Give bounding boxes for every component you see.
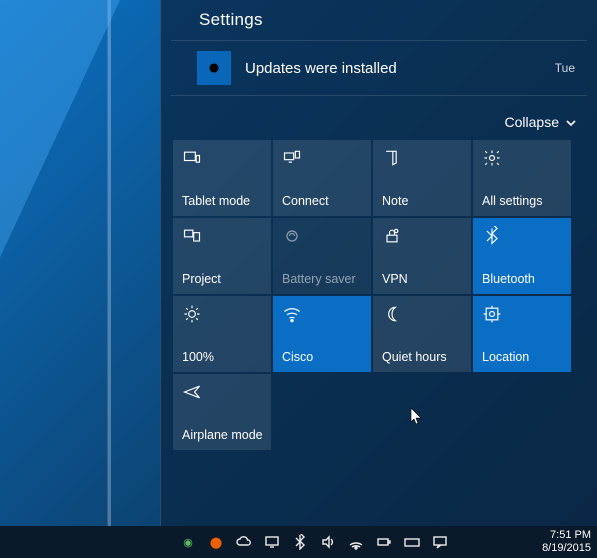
tile-label: Cisco: [282, 350, 362, 364]
panel-title: Settings: [171, 6, 587, 40]
tile-label: Tablet mode: [182, 194, 262, 208]
connect-icon: [282, 148, 302, 168]
collapse-label: Collapse: [505, 114, 559, 130]
tile-location[interactable]: Location: [473, 296, 571, 372]
onedrive-icon[interactable]: [236, 534, 252, 550]
tile-brightness[interactable]: 100%: [173, 296, 271, 372]
action-center-panel: Settings Updates were installed Tue Coll…: [160, 0, 597, 526]
collapse-button[interactable]: Collapse: [171, 96, 587, 140]
tile-label: Airplane mode: [182, 428, 262, 442]
tile-label: All settings: [482, 194, 562, 208]
tile-note[interactable]: Note: [373, 140, 471, 216]
bluetooth-tray-icon[interactable]: [292, 534, 308, 550]
note-icon: [382, 148, 402, 168]
tile-label: 100%: [182, 350, 262, 364]
tray-overflow-icon[interactable]: ◉: [180, 534, 196, 550]
tile-label: Quiet hours: [382, 350, 462, 364]
moon-icon: [382, 304, 402, 324]
tile-label: Location: [482, 350, 562, 364]
tile-label: Project: [182, 272, 262, 286]
tile-tablet-mode[interactable]: Tablet mode: [173, 140, 271, 216]
action-center-tray-icon[interactable]: [432, 534, 448, 550]
tile-label: Note: [382, 194, 462, 208]
tile-label: Bluetooth: [482, 272, 562, 286]
tray-app-icon[interactable]: ⬤: [208, 534, 224, 550]
tile-airplane[interactable]: Airplane mode: [173, 374, 271, 450]
notification-day: Tue: [555, 61, 579, 75]
battery-icon: [282, 226, 302, 246]
notification-message: Updates were installed: [245, 60, 541, 77]
taskbar-clock[interactable]: 7:51 PM 8/19/2015: [536, 529, 591, 554]
tile-vpn[interactable]: VPN: [373, 218, 471, 294]
keyboard-tray-icon[interactable]: [404, 534, 420, 550]
airplane-icon: [182, 382, 202, 402]
quick-action-grid: Tablet mode Connect Note All settings Projec…: [171, 140, 587, 450]
mouse-cursor: [410, 407, 424, 427]
tile-battery-saver[interactable]: Battery saver: [273, 218, 371, 294]
clock-time: 7:51 PM: [542, 529, 591, 542]
tile-label: VPN: [382, 272, 462, 286]
tile-bluetooth[interactable]: Bluetooth: [473, 218, 571, 294]
tile-label: Battery saver: [282, 272, 362, 286]
clock-date: 8/19/2015: [542, 542, 591, 555]
chevron-down-icon: [565, 116, 577, 128]
project-icon: [182, 226, 202, 246]
tile-wifi[interactable]: Cisco: [273, 296, 371, 372]
taskbar: ◉ ⬤ 7:51 PM 8/19/2015: [0, 526, 597, 558]
brightness-icon: [182, 304, 202, 324]
monitor-icon[interactable]: [264, 534, 280, 550]
wifi-icon: [282, 304, 302, 324]
volume-icon[interactable]: [320, 534, 336, 550]
vpn-icon: [382, 226, 402, 246]
system-tray: ◉ ⬤: [180, 534, 448, 550]
notification-item[interactable]: Updates were installed Tue: [171, 40, 587, 96]
tablet-icon: [182, 148, 202, 168]
tile-connect[interactable]: Connect: [273, 140, 371, 216]
power-tray-icon[interactable]: [376, 534, 392, 550]
gear-icon: [197, 51, 231, 85]
network-tray-icon[interactable]: [348, 534, 364, 550]
tile-quiet-hours[interactable]: Quiet hours: [373, 296, 471, 372]
tile-label: Connect: [282, 194, 362, 208]
settings-icon: [482, 148, 502, 168]
location-icon: [482, 304, 502, 324]
tile-project[interactable]: Project: [173, 218, 271, 294]
tile-all-settings[interactable]: All settings: [473, 140, 571, 216]
bluetooth-icon: [482, 226, 502, 246]
